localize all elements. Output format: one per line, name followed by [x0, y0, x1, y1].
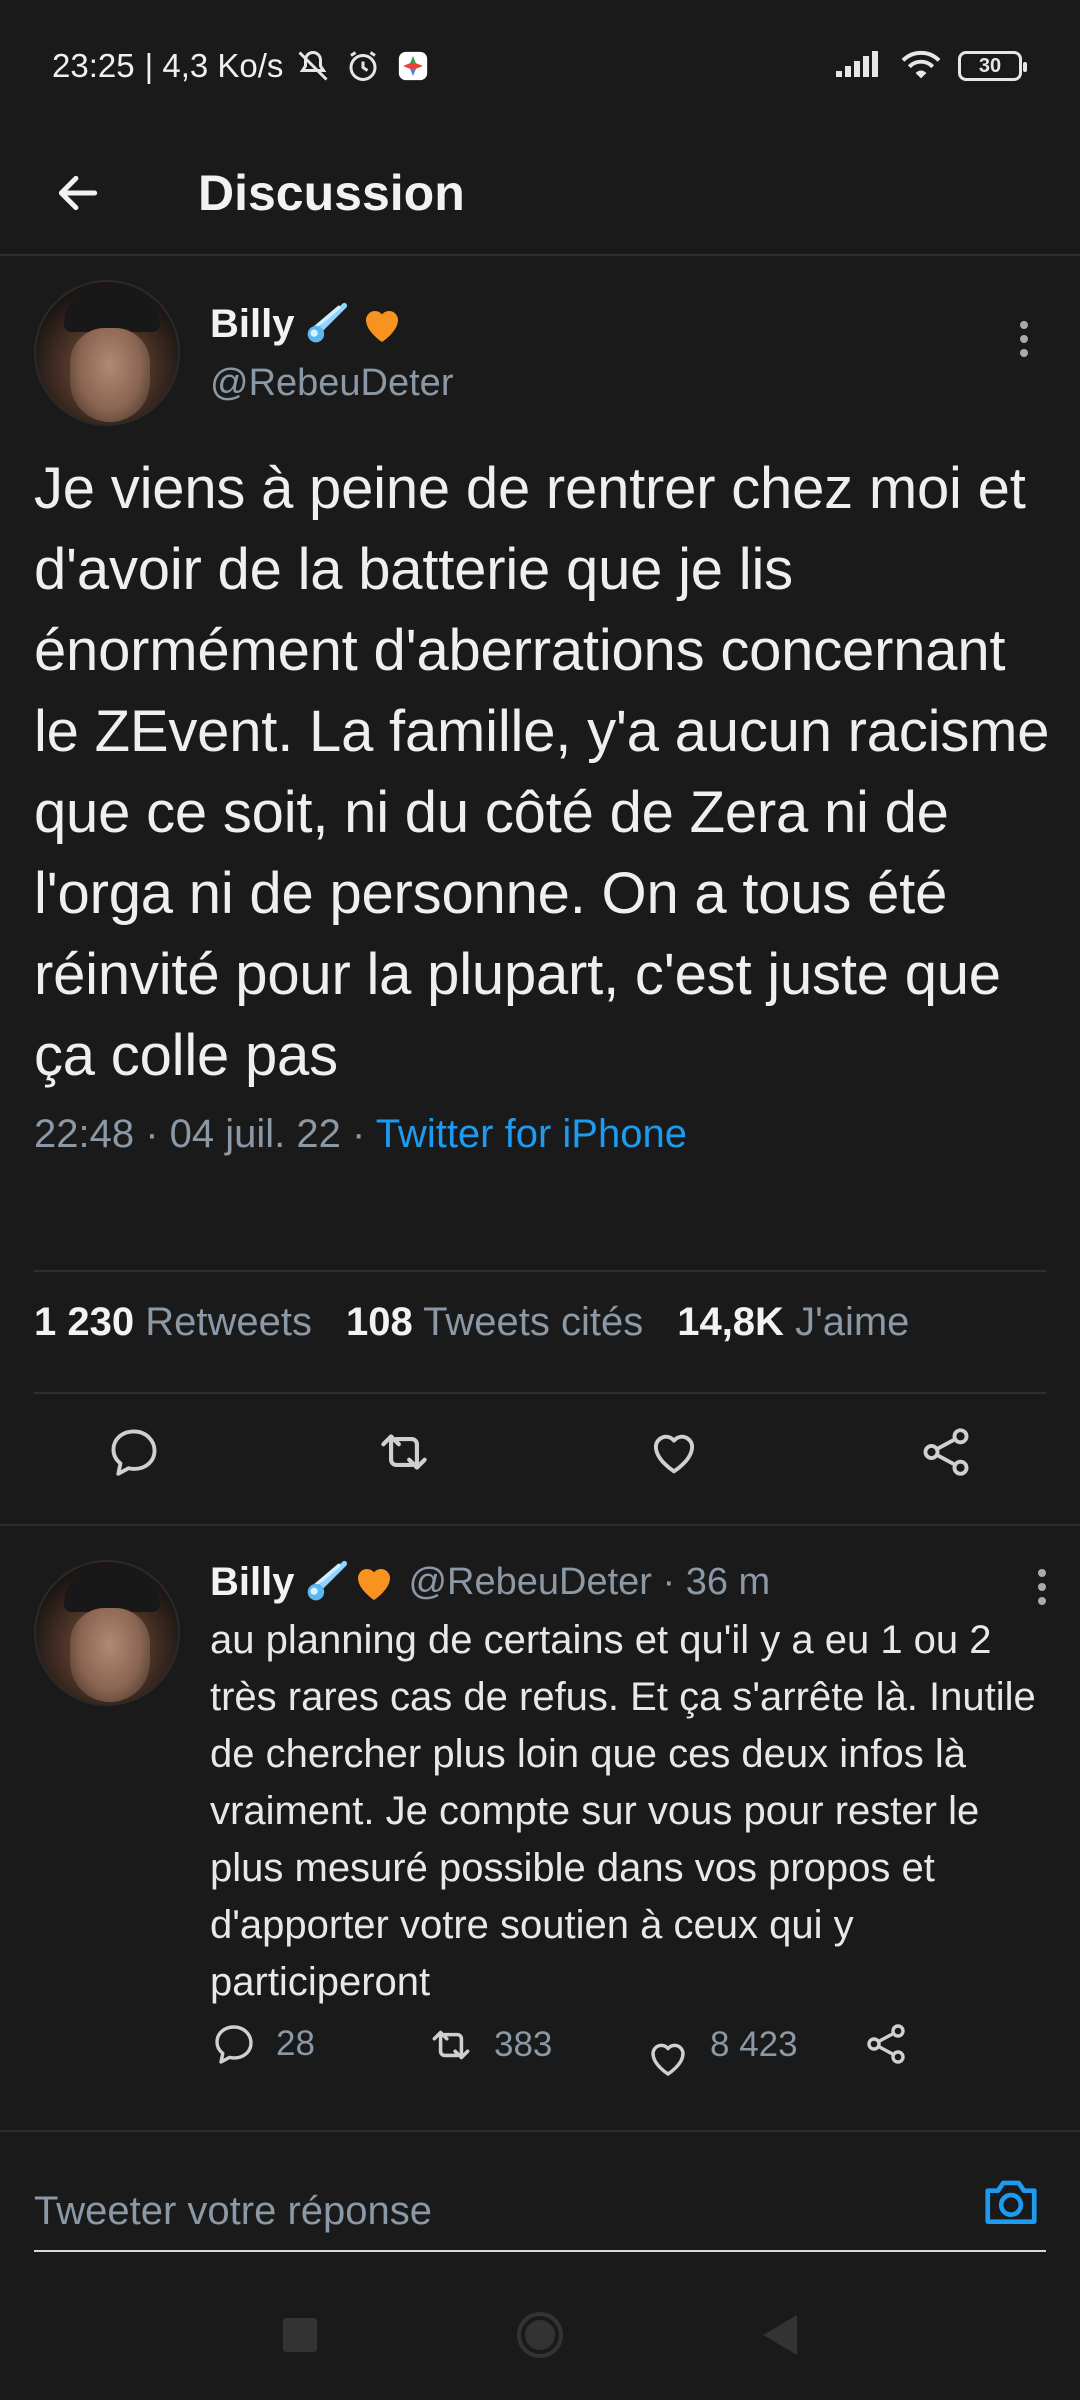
reply-body: Billy @RebeuDeter · 36 m au planning de … — [210, 1558, 1056, 2011]
tweet-text: Je viens à peine de rentrer chez moi et … — [34, 456, 1050, 1088]
system-back-button[interactable] — [763, 2315, 797, 2355]
author-name[interactable]: Billy — [210, 302, 294, 347]
reply-text: au planning de certains et qu'il y a eu … — [210, 1618, 1036, 2004]
status-left: 23:25 | 4,3 Ko/s — [52, 46, 433, 86]
tweet-meta: 22:48 · 04 juil. 22 · Twitter for iPhone — [34, 1112, 1048, 1157]
header: Discussion — [0, 132, 1080, 256]
retweet-icon — [381, 1434, 427, 1470]
retweet-count: 383 — [494, 2025, 553, 2064]
reply-actions: 28 383 8 423 — [210, 2020, 1010, 2084]
avatar[interactable] — [34, 280, 180, 426]
reply-header: Billy @RebeuDeter · 36 m — [210, 1558, 1056, 1606]
reply-icon — [215, 2025, 253, 2064]
alarm-icon — [343, 46, 383, 86]
more-options-button[interactable] — [1004, 314, 1044, 364]
reply-more-options-button[interactable] — [1022, 1562, 1062, 1612]
orange-heart-icon — [350, 1558, 398, 1606]
divider — [34, 1270, 1046, 1272]
comet-icon — [302, 1558, 350, 1606]
status-speed: | 4,3 Ko/s — [144, 47, 284, 84]
quotes-stat[interactable]: 108 Tweets cités — [346, 1300, 643, 1345]
reply-author-handle[interactable]: @RebeuDeter · 36 m — [408, 1561, 770, 1604]
share-button[interactable] — [914, 1420, 978, 1484]
status-time: 23:25 — [52, 47, 135, 84]
back-button[interactable] — [38, 153, 118, 233]
share-icon — [923, 1428, 969, 1476]
reply-input[interactable]: Tweeter votre réponse — [34, 2172, 1046, 2252]
tweet-stats: 1 230 Retweets 108 Tweets cités 14,8K J'… — [34, 1300, 909, 1345]
tweet-actions — [0, 1420, 1080, 1500]
app-icon — [393, 46, 433, 86]
author-info: Billy @RebeuDeter — [210, 280, 453, 430]
wifi-icon — [898, 46, 944, 87]
signal-icon — [834, 49, 884, 84]
retweet-icon — [432, 2030, 470, 2060]
divider — [0, 1524, 1080, 1526]
retweet-button[interactable] — [372, 1420, 436, 1484]
camera-button[interactable] — [980, 2170, 1042, 2232]
main-tweet: Billy @RebeuDeter Je viens à peine de re… — [34, 280, 1050, 1157]
avatar[interactable] — [34, 1560, 180, 1706]
battery-icon: 30 — [958, 51, 1027, 81]
tweet-source[interactable]: Twitter for iPhone — [376, 1112, 687, 1156]
reply-author-name[interactable]: Billy — [210, 1560, 294, 1605]
like-icon — [653, 1434, 695, 1474]
author-handle[interactable]: @RebeuDeter — [210, 362, 453, 405]
divider — [34, 1392, 1046, 1394]
like-icon — [651, 2043, 685, 2076]
retweets-stat[interactable]: 1 230 Retweets — [34, 1300, 312, 1345]
reply-count: 28 — [276, 2024, 315, 2063]
reply-retweet-button[interactable]: 383 — [426, 2020, 552, 2070]
reply-icon — [111, 1429, 157, 1476]
tweet-author: Billy @RebeuDeter — [34, 280, 1048, 430]
like-button[interactable] — [642, 1420, 706, 1484]
home-button[interactable] — [517, 2312, 563, 2358]
comet-icon — [302, 300, 350, 348]
arrow-left-icon — [58, 175, 98, 211]
likes-stat[interactable]: 14,8K J'aime — [677, 1300, 909, 1345]
name-row: Billy — [210, 300, 453, 348]
camera-icon — [985, 2180, 1037, 2224]
tweet-timestamp: 22:48 · 04 juil. 22 · — [34, 1112, 376, 1156]
reply-reply-button[interactable]: 28 — [210, 2020, 315, 2068]
orange-heart-icon — [358, 300, 406, 348]
reply-share-button[interactable] — [862, 2020, 910, 2068]
recent-apps-button[interactable] — [283, 2318, 317, 2352]
page-title: Discussion — [198, 165, 465, 221]
like-count: 8 423 — [710, 2025, 798, 2064]
reply-button[interactable] — [102, 1420, 166, 1484]
reply-like-button[interactable]: 8 423 — [644, 2020, 798, 2082]
system-nav-bar — [0, 2270, 1080, 2400]
mute-icon — [293, 46, 333, 86]
share-icon — [867, 2024, 905, 2064]
compose-bar: Tweeter votre réponse — [0, 2130, 1080, 2270]
status-bar: 23:25 | 4,3 Ko/s 30 — [0, 0, 1080, 132]
status-right: 30 — [834, 46, 1027, 87]
